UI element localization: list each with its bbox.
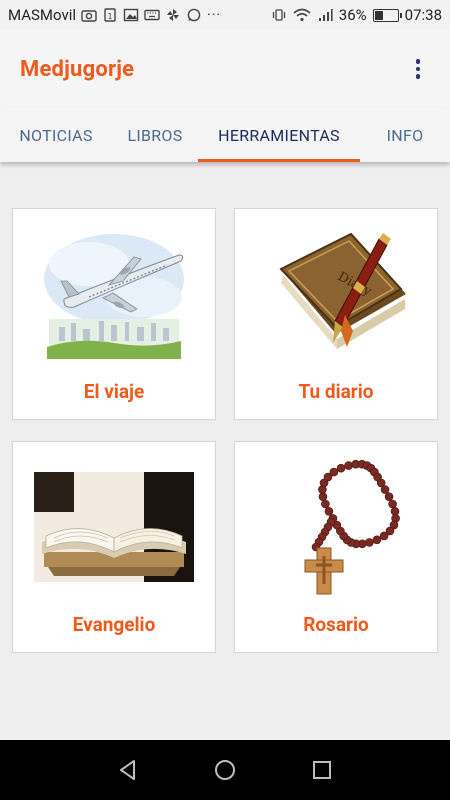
card-label: Tu diario bbox=[298, 380, 374, 403]
rosary-bead bbox=[344, 461, 353, 470]
vibrate-icon bbox=[272, 9, 285, 21]
rosary-bead bbox=[318, 492, 328, 501]
card-label: El viaje bbox=[83, 380, 145, 403]
airplane-icon bbox=[23, 219, 205, 369]
tab-herramientas[interactable]: HERRAMIENTAS bbox=[198, 108, 360, 162]
battery-icon bbox=[372, 8, 402, 22]
sim-icon: 1 bbox=[104, 8, 116, 22]
image-icon bbox=[123, 8, 139, 22]
card-label: Evangelio bbox=[72, 613, 156, 636]
rosary-bead bbox=[329, 467, 339, 477]
recents-icon[interactable] bbox=[304, 752, 340, 788]
camera-icon bbox=[81, 10, 97, 22]
card-evangelio[interactable]: Evangelio bbox=[12, 441, 216, 653]
rosary-bead bbox=[336, 463, 346, 473]
wifi-icon bbox=[293, 8, 311, 22]
rosary-bead bbox=[380, 485, 390, 494]
rosary-icon bbox=[245, 452, 427, 602]
status-bar: MASMovil 1 ··· 36% 07:38 bbox=[0, 0, 450, 30]
home-icon[interactable] bbox=[207, 752, 243, 788]
svg-text:1: 1 bbox=[107, 12, 112, 21]
tab-bar: NOTICIAS LIBROS HERRAMIENTAS INFO bbox=[0, 108, 450, 162]
carrier-name: MASMovil bbox=[8, 6, 77, 24]
rosary-bead bbox=[321, 499, 330, 509]
card-tu-diario[interactable]: Diary Tu diario bbox=[234, 208, 438, 420]
tools-grid: El viaje Diary Tu diario bbox=[0, 162, 450, 740]
rosary-bead bbox=[365, 538, 374, 547]
rosary-bead bbox=[384, 492, 394, 501]
tab-noticias[interactable]: NOTICIAS bbox=[0, 108, 112, 162]
whatsapp-icon bbox=[187, 8, 201, 22]
tab-libros[interactable]: LIBROS bbox=[112, 108, 198, 162]
rosary-bead bbox=[372, 535, 382, 545]
clock: 07:38 bbox=[404, 6, 442, 24]
signal-icon bbox=[318, 9, 333, 21]
rosary-bead bbox=[388, 499, 397, 509]
overflow-menu-icon[interactable] bbox=[406, 54, 430, 84]
app-bar: Medjugorje bbox=[0, 30, 450, 108]
rosary-bead bbox=[324, 507, 334, 516]
battery-percent: 36% bbox=[338, 6, 367, 24]
tab-info[interactable]: INFO bbox=[360, 108, 450, 162]
keyboard-icon bbox=[144, 9, 160, 21]
rosary-bead bbox=[390, 507, 400, 516]
rosary-bead bbox=[379, 531, 389, 541]
card-rosario[interactable]: Rosario bbox=[234, 441, 438, 653]
card-el-viaje[interactable]: El viaje bbox=[12, 208, 216, 420]
more-notifications-icon: ··· bbox=[207, 7, 222, 23]
system-nav-bar bbox=[0, 740, 450, 800]
app-title: Medjugorje bbox=[20, 56, 135, 82]
diary-icon: Diary bbox=[245, 219, 427, 369]
open-book-icon bbox=[23, 452, 205, 602]
back-icon[interactable] bbox=[110, 752, 146, 788]
card-label: Rosario bbox=[303, 613, 369, 636]
pinwheel-icon bbox=[167, 9, 180, 21]
